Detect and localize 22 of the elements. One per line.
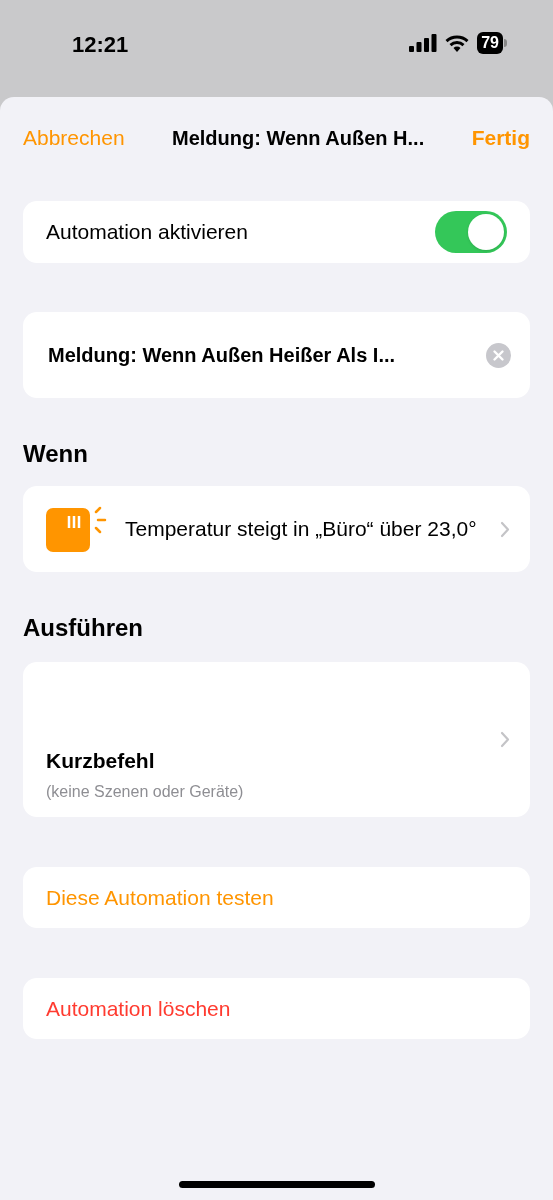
wifi-icon [445, 34, 470, 52]
section-heading: Wenn [23, 439, 89, 469]
cancel-button[interactable]: Abbrechen [23, 122, 125, 154]
status-time: 12:21 [72, 31, 129, 59]
shortcut-subtitle: (keine Szenen oder Geräte) [46, 782, 245, 803]
done-button[interactable]: Fertig [471, 122, 530, 154]
chevron-icon [500, 520, 510, 538]
name-field[interactable]: Meldung: Wenn Außen Heißer Als I... [23, 312, 530, 398]
sheet-title: Meldung: Wenn Außen H... [172, 126, 425, 151]
toggle-switch[interactable] [435, 211, 507, 253]
sensor-icon [46, 506, 108, 552]
chevron-icon [500, 731, 510, 748]
shortcut-title: Kurzbefehl [46, 747, 156, 774]
action-button[interactable]: Automation löschen [23, 978, 530, 1039]
section-heading: Ausführen [23, 613, 144, 643]
trigger-row[interactable]: Temperatur steigt in „Büro“ über 23,0° [23, 486, 530, 572]
toggle-label: Automation aktivieren [46, 219, 248, 246]
shortcut-row[interactable]: Kurzbefehl (keine Szenen oder Geräte) [23, 662, 530, 817]
action-button[interactable]: Diese Automation testen [23, 867, 530, 928]
trigger-text: Temperatur steigt in „Büro“ über 23,0° [125, 516, 478, 542]
signal-icon [409, 34, 438, 52]
clear-icon[interactable] [486, 342, 511, 368]
